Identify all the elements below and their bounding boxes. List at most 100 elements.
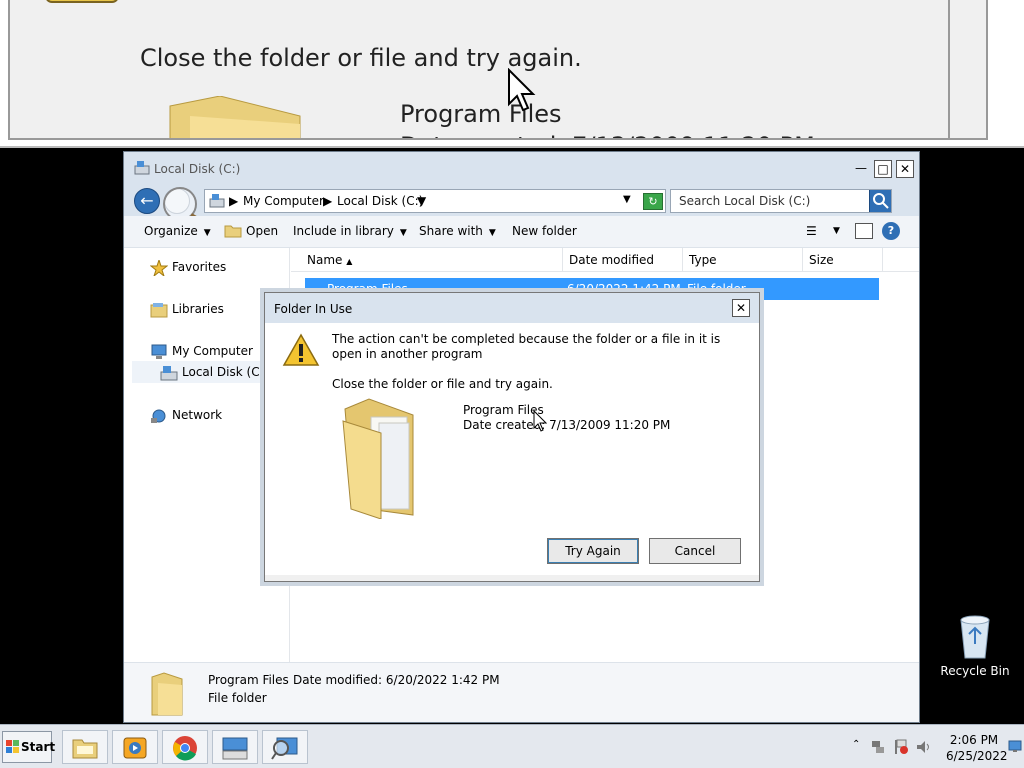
open-folder-icon [224,225,242,238]
command-bar: Organize ▼ Open Include in library ▼ Share… [124,216,919,248]
new-folder-button[interactable]: New folder [512,224,577,238]
sort-ascending-icon: ▲ [346,257,353,266]
network-icon [151,409,166,423]
warning-icon [282,333,320,366]
organize-button[interactable]: Organize ▼ [144,224,211,238]
taskbar-explorer-button[interactable] [62,730,108,764]
volume-icon[interactable] [916,739,932,755]
show-desktop-icon[interactable] [1008,739,1022,753]
show-hidden-icons-icon[interactable]: ⌃ [852,739,860,750]
maximize-button[interactable]: □ [874,160,892,178]
back-button[interactable]: ← [134,188,160,214]
include-label: Include in library [293,224,394,238]
column-header-date-modified[interactable]: Date modified [563,248,683,272]
dialog-item-name: Program Files [463,403,544,417]
include-in-library-button[interactable]: Include in library ▼ [293,224,407,238]
warning-icon [46,0,118,3]
dialog-title-bar[interactable]: Folder In Use ✕ [265,293,759,323]
breadcrumb-local-disk[interactable]: Local Disk (C:) [337,194,423,208]
taskbar-media-button[interactable] [112,730,158,764]
address-dropdown-icon[interactable]: ▼ [623,194,631,205]
nav-my-computer-label: My Computer [172,344,253,358]
preview-pane-icon[interactable] [855,223,873,239]
drive-icon [134,161,150,175]
magnifier-view: Close the folder or file and try again. … [0,0,1024,148]
details-name: Program Files [208,673,289,687]
magnifier-content: Close the folder or file and try again. … [8,0,988,140]
search-icon[interactable] [869,190,891,212]
details-type: File folder [208,691,267,705]
taskbar-chrome-button[interactable] [162,730,208,764]
address-bar-row: ← ▶ My Computer ▶ Local Disk (C:) ▼ ▼ ↻ [124,184,919,228]
dialog-item-date: Date created: 7/13/2009 11:20 PM [463,418,671,432]
star-icon [150,260,168,276]
clock-date[interactable]: 6/25/2022 [946,749,1008,763]
open-label: Open [246,224,279,238]
action-center-icon[interactable] [893,739,909,755]
recycle-bin-label: Recycle Bin [940,664,1010,678]
media-center-icon [123,737,147,759]
system-tray: ⌃ 2:06 PM 6/25/2022 [846,725,1024,768]
details-date-modified: Date modified: 6/20/2022 1:42 PM [293,673,500,687]
network-status-icon[interactable] [870,739,886,755]
breadcrumb-arrow[interactable]: ▶ [229,194,238,208]
close-button[interactable]: ✕ [896,160,914,178]
cursor-icon [533,410,547,432]
taskbar-keyboard-button[interactable] [212,730,258,764]
share-label: Share with [419,224,483,238]
nav-favorites-label: Favorites [172,260,227,274]
windows-logo-icon [6,740,19,753]
view-options-dropdown[interactable]: ▼ [833,226,840,236]
recycle-bin[interactable]: Recycle Bin [940,612,1010,682]
title-bar[interactable]: Local Disk (C:) — □ ✕ [124,152,919,184]
column-headers: Name ▲ Date modified Type Size [291,248,919,272]
taskbar-magnifier-button[interactable] [262,730,308,764]
magnifier-item-date: Date created: 7/13/2009 11:20 PM [400,132,815,138]
cursor-icon [508,68,536,112]
open-button[interactable]: Open [224,224,278,241]
address-field[interactable]: ▶ My Computer ▶ Local Disk (C:) ▼ ▼ ↻ [204,189,666,213]
breadcrumb-arrow[interactable]: ▼ [417,194,426,208]
folder-icon [342,398,414,519]
details-pane: Program Files Date modified: 6/20/2022 1… [124,662,919,722]
nav-libraries-label: Libraries [172,302,224,316]
nav-network-label: Network [172,408,223,422]
organize-label: Organize [144,224,198,238]
share-with-button[interactable]: Share with ▼ [419,224,496,238]
start-label: Start [21,740,56,754]
minimize-button[interactable]: — [852,160,870,178]
library-icon [150,303,168,318]
windows-explorer-icon [72,739,98,759]
folder-icon [151,672,183,716]
column-header-size[interactable]: Size [803,248,883,272]
column-header-name[interactable]: Name ▲ [301,248,563,272]
chrome-icon [173,736,197,761]
computer-icon [151,344,167,359]
folder-icon [169,96,301,138]
column-header-type[interactable]: Type [683,248,803,272]
drive-icon [160,366,178,381]
change-view-icon[interactable]: ☰ [806,224,817,238]
window-title: Local Disk (C:) [154,162,241,176]
dialog-message: The action can't be completed because th… [332,332,721,361]
help-icon[interactable]: ? [882,222,900,240]
breadcrumb-my-computer[interactable]: My Computer [243,194,324,208]
column-name-label: Name [307,253,343,267]
clock-time[interactable]: 2:06 PM [946,733,1002,747]
refresh-button[interactable]: ↻ [643,193,663,210]
start-button[interactable]: Start [2,731,56,763]
dialog-title: Folder In Use [274,302,353,316]
dialog-close-button[interactable]: ✕ [732,299,750,317]
breadcrumb-arrow[interactable]: ▶ [323,194,332,208]
dialog-instruction: Close the folder or file and try again. [332,377,553,391]
computer-icon [209,194,225,208]
taskbar: Start ⌃ 2:06 PM 6/25/2022 [0,724,1024,768]
magnifier-scrollbar [948,0,950,138]
search-input[interactable] [671,190,867,212]
folder-in-use-dialog: Folder In Use ✕ The action can't be comp… [264,292,760,582]
search-box[interactable] [670,189,892,213]
cancel-button[interactable]: Cancel [649,538,741,564]
magnifier-item-name: Program Files [400,100,562,128]
on-screen-keyboard-icon [222,737,248,760]
try-again-button[interactable]: Try Again [547,538,639,564]
